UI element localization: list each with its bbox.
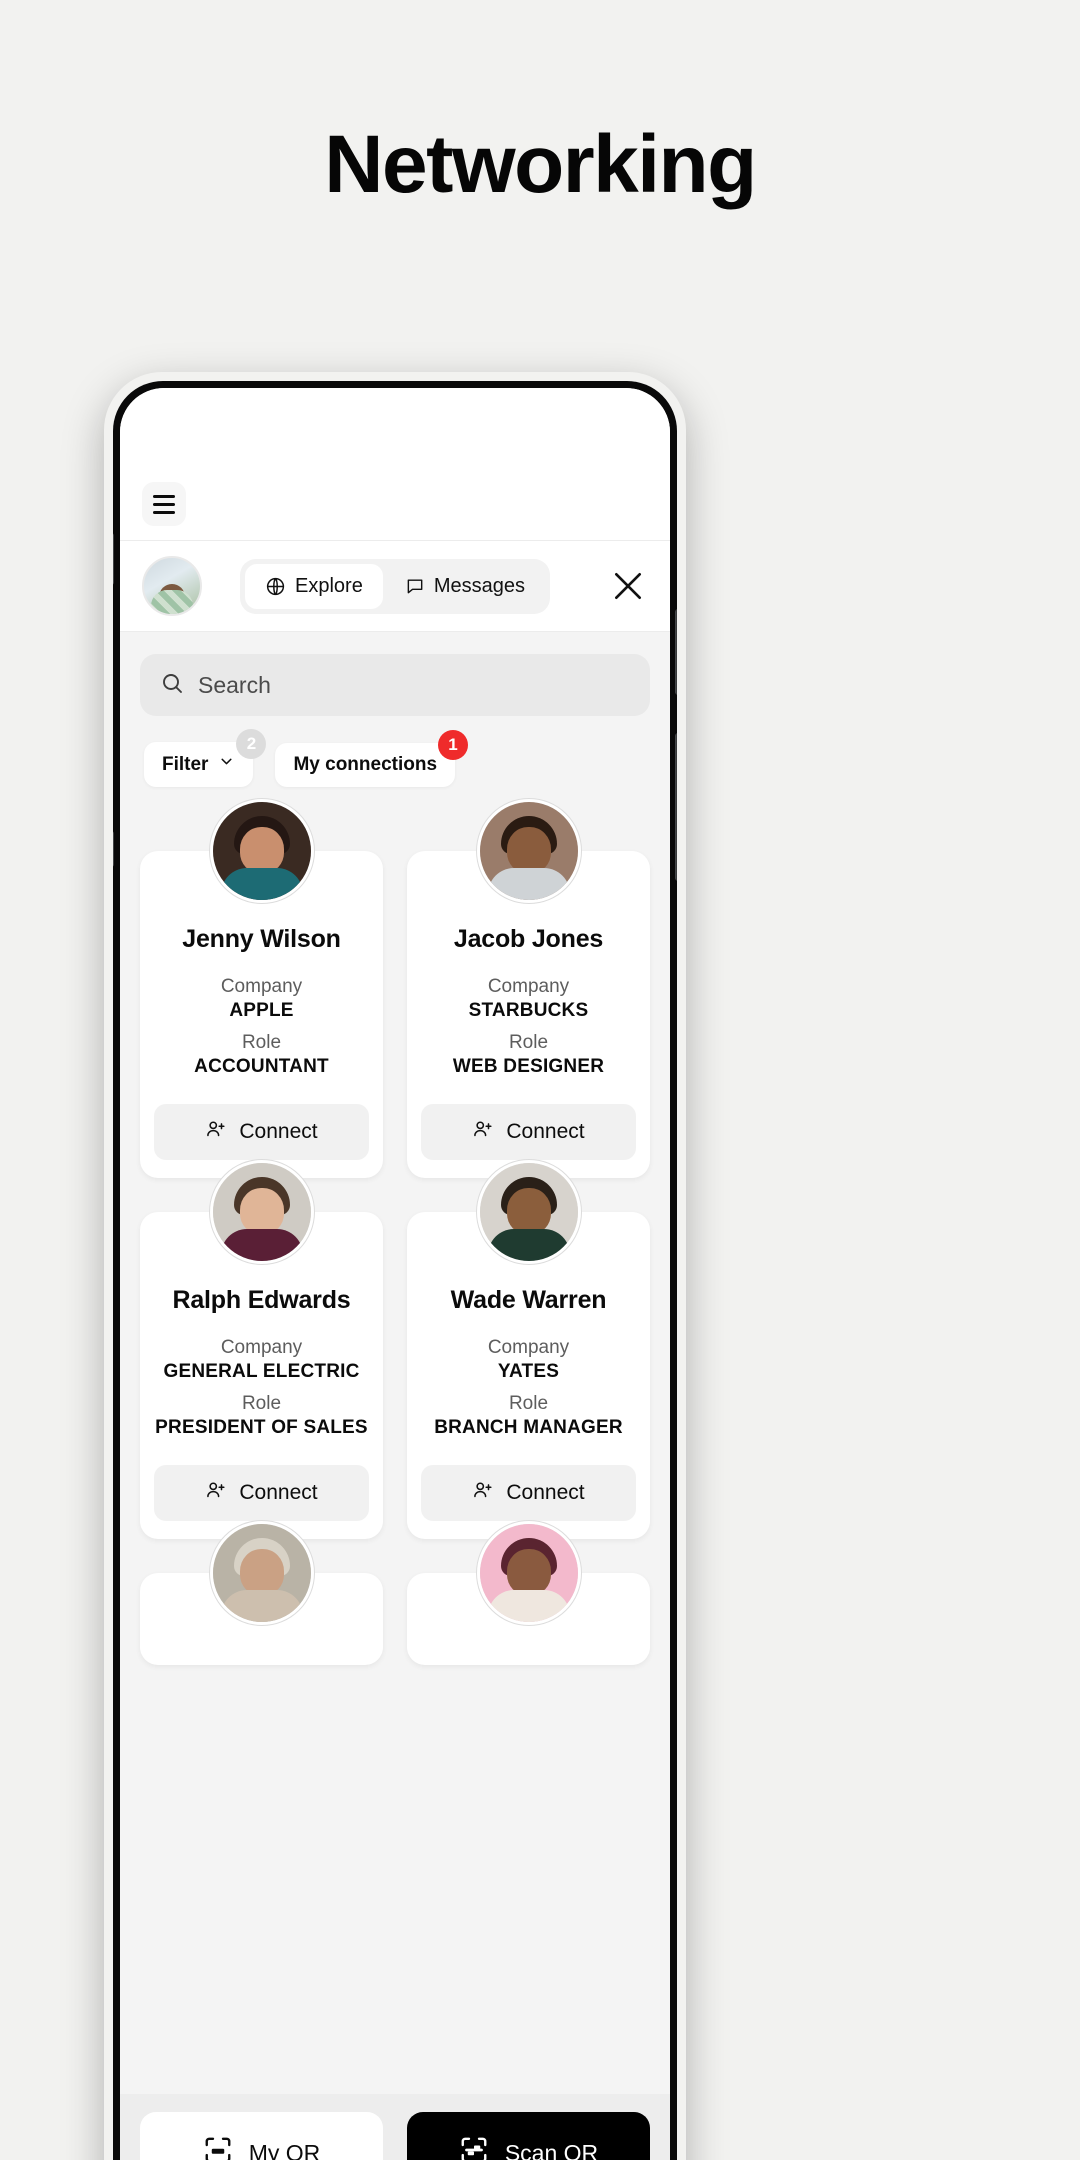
- company-label: Company: [487, 976, 570, 997]
- person-card[interactable]: [407, 1521, 650, 1665]
- connect-button[interactable]: Connect: [154, 1465, 369, 1521]
- connect-button[interactable]: Connect: [421, 1465, 636, 1521]
- person-card[interactable]: Wade Warren Company YATES Role BRANCH MA…: [407, 1160, 650, 1539]
- connect-button[interactable]: Connect: [421, 1104, 636, 1160]
- connect-button[interactable]: Connect: [154, 1104, 369, 1160]
- role-value: WEB DESIGNER: [452, 1056, 605, 1077]
- role-label: Role: [241, 1393, 282, 1414]
- left-button-upper[interactable]: [113, 533, 114, 585]
- left-button-lower[interactable]: [113, 831, 114, 867]
- person-card[interactable]: Ralph Edwards Company GENERAL ELECTRIC R…: [140, 1160, 383, 1539]
- volume-button[interactable]: [675, 733, 677, 881]
- person-name: Jacob Jones: [453, 925, 604, 953]
- globe-icon: [265, 576, 286, 597]
- people-grid: Jenny Wilson Company APPLE Role ACCOUNTA…: [140, 799, 650, 1665]
- company-value: YATES: [497, 1361, 560, 1382]
- avatar: [209, 799, 314, 903]
- company-value: GENERAL ELECTRIC: [163, 1361, 360, 1382]
- avatar: [476, 1521, 581, 1625]
- page-root: Networking Explore Messages Search Filte…: [0, 0, 1080, 2160]
- chevron-down-icon: [218, 753, 235, 776]
- connect-label: Connect: [239, 1120, 318, 1143]
- my-qr-button[interactable]: My QR: [140, 2112, 383, 2160]
- tab-messages[interactable]: Messages: [385, 564, 545, 609]
- chat-bubble-icon: [405, 576, 425, 596]
- company-label: Company: [220, 976, 303, 997]
- scan-qr-label: Scan QR: [504, 2139, 599, 2160]
- company-label: Company: [220, 1337, 303, 1358]
- role-value: ACCOUNTANT: [194, 1056, 329, 1077]
- avatar: [476, 1160, 581, 1264]
- scan-qr-button[interactable]: Scan QR: [407, 2112, 650, 2160]
- filter-row: Filter 2 My connections 1: [140, 729, 650, 787]
- tab-explore[interactable]: Explore: [245, 563, 383, 609]
- phone-bezel: Explore Messages Search Filter 2 My conn…: [113, 381, 677, 2160]
- bottom-action-bar: My QR Scan QR: [120, 2094, 670, 2160]
- filter-badge: 2: [236, 729, 267, 759]
- person-name: Jenny Wilson: [182, 925, 341, 953]
- tab-explore-label: Explore: [295, 574, 363, 597]
- role-value: BRANCH MANAGER: [434, 1417, 623, 1438]
- person-name: Wade Warren: [450, 1286, 607, 1314]
- person-name: Ralph Edwards: [172, 1286, 351, 1314]
- content-area: Search Filter 2 My connections 1 Jenny W…: [120, 632, 670, 2160]
- person-card[interactable]: [140, 1521, 383, 1665]
- person-add-icon: [205, 1479, 227, 1507]
- segmented-control: Explore Messages: [240, 558, 550, 614]
- company-value: APPLE: [229, 1000, 294, 1021]
- hamburger-menu-icon[interactable]: [142, 482, 186, 526]
- person-add-icon: [472, 1118, 494, 1146]
- filter-chip-wrap: Filter 2: [144, 729, 267, 787]
- avatar: [476, 799, 581, 903]
- qr-scan-icon: [459, 2135, 489, 2160]
- role-label: Role: [508, 1032, 549, 1053]
- app-bar: [120, 388, 670, 540]
- person-add-icon: [205, 1118, 227, 1146]
- tab-bar: Explore Messages: [120, 540, 670, 632]
- close-x-icon[interactable]: [608, 566, 648, 606]
- phone-device-frame: Explore Messages Search Filter 2 My conn…: [104, 372, 686, 2160]
- company-label: Company: [487, 1337, 570, 1358]
- connect-label: Connect: [239, 1481, 318, 1504]
- person-card[interactable]: Jacob Jones Company STARBUCKS Role WEB D…: [407, 799, 650, 1178]
- person-card[interactable]: Jenny Wilson Company APPLE Role ACCOUNTA…: [140, 799, 383, 1178]
- company-value: STARBUCKS: [468, 1000, 589, 1021]
- connect-label: Connect: [506, 1120, 585, 1143]
- tab-messages-label: Messages: [433, 574, 525, 597]
- qr-code-icon: [203, 2135, 233, 2160]
- search-icon: [160, 671, 184, 700]
- search-placeholder: Search: [198, 671, 271, 698]
- phone-screen: Explore Messages Search Filter 2 My conn…: [120, 388, 670, 2160]
- role-label: Role: [508, 1393, 549, 1414]
- person-add-icon: [472, 1479, 494, 1507]
- avatar: [209, 1521, 314, 1625]
- filter-label: Filter: [162, 753, 209, 775]
- my-connections-button[interactable]: My connections: [275, 742, 456, 787]
- role-label: Role: [241, 1032, 282, 1053]
- my-qr-label: My QR: [248, 2139, 321, 2160]
- my-connections-label: My connections: [293, 753, 438, 775]
- search-input[interactable]: Search: [140, 654, 650, 716]
- connections-badge: 1: [438, 729, 469, 760]
- connections-chip-wrap: My connections 1: [275, 729, 469, 787]
- power-button[interactable]: [675, 609, 677, 695]
- page-title: Networking: [324, 119, 757, 210]
- avatar: [209, 1160, 314, 1264]
- my-profile-avatar[interactable]: [142, 556, 202, 616]
- role-value: PRESIDENT OF SALES: [155, 1417, 368, 1438]
- connect-label: Connect: [506, 1481, 585, 1504]
